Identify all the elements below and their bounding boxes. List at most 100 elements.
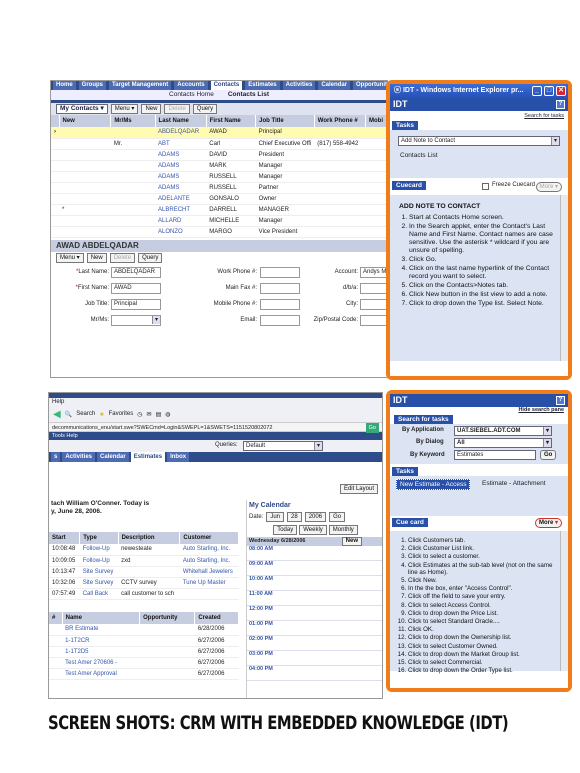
first-name-field[interactable]: AWAD <box>111 282 161 294</box>
cell-name[interactable]: 1-1T2CR <box>62 635 140 647</box>
year-select[interactable]: 2006 <box>304 512 327 522</box>
nav-tab[interactable]: Activities <box>282 81 316 90</box>
queries-select[interactable]: Default ▾ <box>243 441 323 451</box>
cell-type[interactable]: Follow-Up <box>79 555 119 567</box>
cell-customer[interactable] <box>179 588 239 600</box>
cell-last-name[interactable]: ADAMS <box>155 171 207 183</box>
col-new[interactable]: New <box>59 115 112 127</box>
calendar-time-slot[interactable]: 12:00 PM <box>247 606 382 621</box>
calendar-new-button[interactable]: New <box>341 537 362 546</box>
table-row[interactable]: ALLARD MICHELLE Manager <box>51 215 387 227</box>
minimize-icon[interactable]: _ <box>532 86 542 96</box>
mrms-select[interactable]: ▾ <box>111 314 161 326</box>
print-icon[interactable]: ▤ <box>156 411 162 418</box>
zip-field[interactable] <box>360 314 387 326</box>
main-fax-field[interactable] <box>260 282 300 294</box>
table-row[interactable]: * ALBRECHT DARRELL MANAGER <box>51 204 387 216</box>
table-row[interactable]: 10:08:48 Follow-Up newesteate Auto Starling… <box>49 544 239 556</box>
cell-last-name[interactable]: ADELANTE <box>155 193 207 205</box>
favorites-button[interactable]: Favorites <box>109 411 134 417</box>
col-start[interactable]: Start <box>49 532 81 544</box>
nav-tab[interactable]: Home <box>53 81 76 90</box>
freeze-checkbox[interactable] <box>482 183 489 190</box>
col-created[interactable]: Created <box>194 612 239 624</box>
col-num[interactable]: # <box>49 612 63 624</box>
cell-last-name[interactable]: ALBRECHT <box>155 204 207 216</box>
col-customer[interactable]: Customer <box>179 532 239 544</box>
cell-customer[interactable]: Whitehall Jewelers <box>179 566 239 578</box>
nav-tab[interactable]: Estimates <box>245 81 280 90</box>
calendar-time-slot[interactable]: 02:00 PM <box>247 636 382 651</box>
col-job-title[interactable]: Job Title <box>255 115 315 127</box>
calendar-time-slot[interactable]: 03:00 PM <box>247 651 382 666</box>
tab-inbox[interactable]: Inbox <box>167 452 190 462</box>
col-first-name[interactable]: First Name <box>206 115 257 127</box>
cell-name[interactable]: BR Estimate <box>62 624 140 636</box>
edit-layout-button[interactable]: Edit Layout <box>339 484 378 494</box>
cuecard-tab[interactable]: Cuecard <box>392 181 427 190</box>
table-row[interactable]: 10:13:47 Site Survey Whitehall Jewelers <box>49 566 239 578</box>
table-row[interactable]: BR Estimate 6/28/2006 <box>49 624 239 636</box>
calendar-go-button[interactable]: Go <box>329 512 346 522</box>
col-name[interactable]: Name <box>62 612 141 624</box>
cuecard-tab[interactable]: Cue card <box>392 518 428 527</box>
nav-tab[interactable]: Target Management <box>109 81 172 90</box>
account-field[interactable]: Andys Mr <box>360 266 387 278</box>
mobile-phone-field[interactable] <box>260 298 300 310</box>
star-icon[interactable]: ★ <box>99 411 104 418</box>
table-row[interactable]: ADAMS MARK Manager <box>51 160 387 172</box>
cell-type[interactable]: Call Back <box>79 588 119 600</box>
scrollbar[interactable] <box>560 195 568 361</box>
back-icon[interactable]: ◀ <box>53 409 61 420</box>
app-menu-bar[interactable]: Tools Help <box>49 432 382 440</box>
application-select[interactable]: UAT.SIEBEL.ADT.COM ▾ <box>454 426 552 436</box>
calendar-time-slot[interactable]: 09:00 AM <box>247 561 382 576</box>
last-name-field[interactable]: ABDELQADAR <box>111 266 161 278</box>
dba-field[interactable] <box>360 282 387 294</box>
nav-tab[interactable]: Contacts <box>210 81 243 90</box>
table-row[interactable]: Test Amer Approval 6/27/2006 <box>49 668 239 680</box>
search-button[interactable]: Search <box>76 411 95 417</box>
col-type[interactable]: Type <box>79 532 119 544</box>
col-opportunity[interactable]: Opportunity <box>139 612 196 624</box>
help-icon[interactable]: ? <box>556 396 565 405</box>
table-row[interactable]: Mr. ABT Carl Chief Executive Offi (817) 558-… <box>51 138 387 150</box>
search-go-button[interactable]: Go <box>540 450 557 460</box>
table-row[interactable]: 10:32:06 Site Survey CCTV survey Tune Up Ma… <box>49 577 239 589</box>
day-select[interactable]: 28 <box>287 512 302 522</box>
keyword-input[interactable]: Estimates <box>454 450 536 460</box>
table-row[interactable]: ADAMS DAVID President <box>51 149 387 161</box>
go-button[interactable]: Go <box>365 423 379 433</box>
weekly-button[interactable]: Weekly <box>299 525 327 535</box>
cell-name[interactable]: 1-1T2D5 <box>62 646 140 658</box>
job-title-field[interactable]: Principal <box>111 298 161 310</box>
form-menu-button[interactable]: Menu ▾ <box>56 252 84 263</box>
help-icon[interactable]: ? <box>556 100 565 109</box>
hide-search-pane-link[interactable]: Hide search pane <box>518 407 564 413</box>
delete-button[interactable]: Delete <box>164 104 190 114</box>
table-row[interactable]: › ABDELQADAR AWAD Principal <box>51 127 387 139</box>
tab-calendar[interactable]: Calendar <box>97 452 129 462</box>
cell-last-name[interactable]: ADAMS <box>155 182 207 194</box>
cell-type[interactable]: Site Survey <box>79 566 119 578</box>
cell-last-name[interactable]: ADAMS <box>155 160 207 172</box>
col-mobile[interactable]: Mobi <box>365 115 387 127</box>
cell-last-name[interactable]: ALLARD <box>155 215 207 227</box>
view-selector[interactable]: My Contacts ▾ <box>56 104 108 114</box>
more-button[interactable]: More ▾ <box>534 518 562 528</box>
menu-button[interactable]: Menu ▾ <box>110 104 139 114</box>
tab[interactable]: s <box>51 452 61 462</box>
scrollbar[interactable] <box>560 531 568 671</box>
cell-type[interactable]: Site Survey <box>79 577 119 589</box>
cell-customer[interactable]: Tune Up Master <box>179 577 239 589</box>
table-row[interactable]: 07:57:49 Call Back call customer to sch <box>49 588 239 600</box>
tab-activities[interactable]: Activities <box>62 452 96 462</box>
table-row[interactable]: 10:09:05 Follow-Up zxd Auto Starling, Inc. <box>49 555 239 567</box>
task-select[interactable]: Add Note to Contact ▾ <box>398 136 560 146</box>
nav-tab[interactable]: Groups <box>78 81 107 90</box>
col-last-name[interactable]: Last Name <box>155 115 207 127</box>
address-bar[interactable]: decommunications_enu/start.swe?SWECmd=Lo… <box>49 422 382 433</box>
close-icon[interactable]: ✕ <box>556 86 566 96</box>
mail-icon[interactable]: ✉ <box>147 411 152 418</box>
col-work-phone[interactable]: Work Phone # <box>314 115 367 127</box>
